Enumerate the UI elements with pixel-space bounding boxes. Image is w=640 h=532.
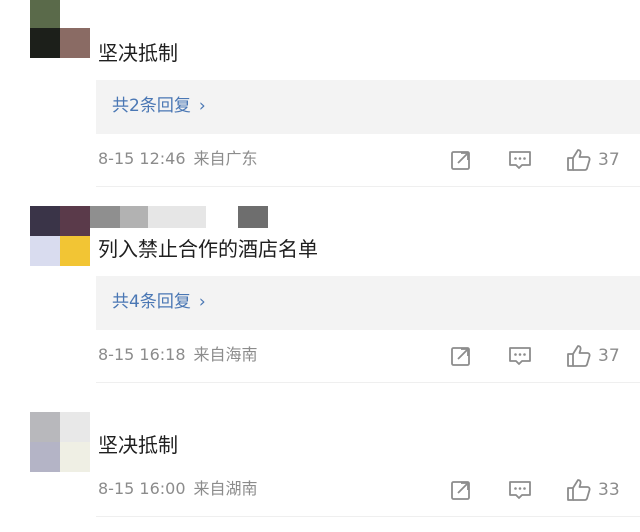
share-icon: [451, 347, 470, 366]
comment-button[interactable]: [508, 146, 532, 174]
comment-location: 来自湖南: [193, 479, 258, 498]
username-redacted: [90, 206, 280, 228]
reply-count-label: 共4条回复: [112, 292, 191, 312]
comment-button[interactable]: [508, 342, 532, 370]
meta-info: 8-15 16:00 来自湖南: [98, 478, 258, 500]
comment-text: 坚决抵制: [98, 433, 178, 457]
chevron-right-icon: ›: [198, 96, 206, 116]
view-replies-link[interactable]: 共4条回复 ›: [112, 290, 206, 314]
meta-info: 8-15 16:18 来自海南: [98, 344, 258, 366]
comment-button[interactable]: [508, 476, 532, 504]
share-button[interactable]: [450, 342, 472, 370]
thumbs-up-icon: [567, 479, 591, 501]
reply-box: 共2条回复 ›: [96, 80, 640, 134]
comment-item: 列入禁止合作的酒店名单 共4条回复 › 8-15 16:18 来自海南 37: [0, 196, 640, 396]
meta-info: 8-15 12:46 来自广东: [98, 148, 258, 170]
like-button[interactable]: 33: [566, 476, 620, 504]
comment-location: 来自广东: [193, 149, 258, 168]
reply-box: 共4条回复 ›: [96, 276, 640, 330]
like-count: 33: [598, 480, 620, 500]
avatar[interactable]: [30, 412, 90, 472]
like-button[interactable]: 37: [566, 146, 620, 174]
comment-location: 来自海南: [193, 345, 258, 364]
share-icon: [451, 151, 470, 170]
divider: [96, 516, 640, 517]
comment-date: 8-15 16:00: [98, 479, 186, 498]
chevron-right-icon: ›: [198, 292, 206, 312]
thumbs-up-icon: [567, 149, 591, 171]
comment-text: 列入禁止合作的酒店名单: [98, 237, 318, 261]
comment-text: 坚决抵制: [98, 41, 178, 65]
view-replies-link[interactable]: 共2条回复 ›: [112, 94, 206, 118]
avatar[interactable]: [30, 206, 90, 266]
like-count: 37: [598, 150, 620, 170]
share-button[interactable]: [450, 146, 472, 174]
comment-meta: 8-15 16:18 来自海南 37: [98, 342, 638, 370]
comment-icon: [509, 347, 531, 365]
divider: [96, 382, 640, 383]
comment-date: 8-15 12:46: [98, 149, 186, 168]
comment-meta: 8-15 16:00 来自湖南 33: [98, 476, 638, 504]
avatar[interactable]: [30, 0, 90, 58]
thumbs-up-icon: [567, 345, 591, 367]
share-icon: [451, 481, 470, 500]
reply-count-label: 共2条回复: [112, 96, 191, 116]
comment-icon: [509, 151, 531, 169]
divider: [96, 186, 640, 187]
like-button[interactable]: 37: [566, 342, 620, 370]
comment-item: 坚决抵制 8-15 16:00 来自湖南 33: [0, 410, 640, 532]
comment-icon: [509, 481, 531, 499]
comment-meta: 8-15 12:46 来自广东 37: [98, 146, 638, 174]
like-count: 37: [598, 346, 620, 366]
share-button[interactable]: [450, 476, 472, 504]
comment-item: 坚决抵制 共2条回复 › 8-15 12:46 来自广东 37: [0, 0, 640, 190]
comment-date: 8-15 16:18: [98, 345, 186, 364]
